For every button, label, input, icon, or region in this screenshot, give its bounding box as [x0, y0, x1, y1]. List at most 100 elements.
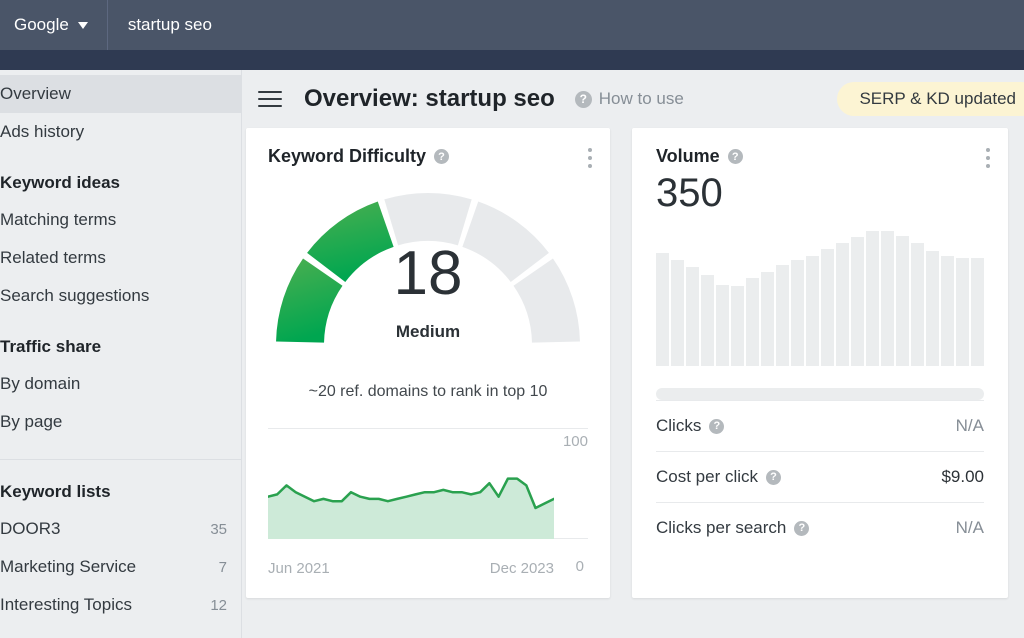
- keyword-value: startup seo: [127, 15, 212, 34]
- chart-bar: [716, 285, 729, 366]
- chart-bar: [686, 266, 699, 366]
- top-bar: Google startup seo: [0, 0, 1024, 50]
- sidebar-item-label: By page: [0, 412, 63, 431]
- sidebar-item-list-door3[interactable]: DOOR3 35: [0, 510, 241, 548]
- sidebar-item-label: Search suggestions: [0, 286, 150, 305]
- keyword-difficulty-history-chart: 100 0 Jun 2021 Dec 2023: [268, 431, 588, 577]
- sidebar-item-count: 12: [210, 596, 227, 614]
- chart-bar: [971, 258, 984, 366]
- chart-bar: [656, 253, 669, 366]
- metric-label-text: Clicks per search: [656, 518, 787, 537]
- chart-x-tick-start: Jun 2021: [268, 560, 330, 577]
- gauge-segment: [384, 193, 472, 246]
- chart-bar: [926, 250, 939, 366]
- metric-row-clicks-per-search: Clicks per search ? N/A: [656, 502, 984, 553]
- sidebar-heading-traffic-share: Traffic share: [0, 337, 102, 356]
- metric-label: Clicks per search ?: [656, 518, 810, 538]
- keyword-input[interactable]: startup seo: [108, 0, 232, 50]
- question-circle-icon[interactable]: ?: [766, 469, 782, 485]
- chart-bar: [851, 237, 864, 366]
- metric-label-text: Clicks: [656, 416, 702, 435]
- chart-bar: [776, 265, 789, 366]
- volume-card: Volume ? 350 Clicks ? N/A Cost per click…: [632, 128, 1008, 598]
- page-title: Overview: startup seo: [304, 85, 555, 112]
- search-engine-label: Google: [14, 15, 69, 34]
- chart-y-max-label: 100: [562, 433, 588, 450]
- how-to-use-label: How to use: [598, 89, 684, 108]
- sidebar-item-label: By domain: [0, 374, 81, 393]
- chart-bar: [701, 275, 714, 366]
- chart-bar: [731, 286, 744, 366]
- top-bar-accent-strip: [0, 50, 1024, 70]
- sidebar-item-by-page[interactable]: By page: [0, 403, 241, 441]
- volume-history-chart: [656, 231, 984, 366]
- sidebar-item-label: Ads history: [0, 122, 85, 141]
- sidebar-item-label: Overview: [0, 84, 71, 103]
- question-circle-icon[interactable]: ?: [727, 149, 743, 164]
- keyword-difficulty-card: Keyword Difficulty ? 18 Medium ~20 ref. …: [246, 128, 610, 598]
- chart-bar: [896, 235, 909, 366]
- sidebar-item-label: Marketing Service: [0, 557, 137, 576]
- chart-bar: [671, 260, 684, 366]
- question-circle-icon[interactable]: ?: [794, 520, 810, 536]
- chart-bar: [821, 249, 834, 366]
- chart-bar: [956, 258, 969, 366]
- sidebar-item-ads-history[interactable]: Ads history: [0, 113, 241, 151]
- sidebar-item-label: Matching terms: [0, 210, 117, 229]
- sidebar: Overview Ads history Keyword ideas Match…: [0, 70, 242, 638]
- metric-label: Cost per click ?: [656, 467, 782, 487]
- chart-x-tick-labels: Jun 2021 Dec 2023: [268, 560, 588, 577]
- search-engine-selector[interactable]: Google: [0, 0, 108, 50]
- hamburger-icon[interactable]: [258, 86, 282, 112]
- card-divider: [268, 428, 588, 429]
- keyword-difficulty-gauge: 18 Medium: [268, 185, 588, 357]
- volume-value: 350: [656, 171, 723, 215]
- sidebar-item-count: 7: [218, 558, 227, 576]
- main-header: Overview: startup seo ? How to use SERP …: [242, 70, 1024, 128]
- sidebar-item-matching-terms[interactable]: Matching terms: [0, 201, 241, 239]
- question-circle-icon[interactable]: ?: [709, 418, 725, 434]
- sidebar-item-overview[interactable]: Overview: [0, 75, 241, 113]
- metric-value: $9.00: [941, 467, 984, 486]
- kebab-menu-icon[interactable]: [588, 148, 592, 172]
- metric-row-clicks: Clicks ? N/A: [656, 400, 984, 451]
- chart-bar: [761, 271, 774, 366]
- sidebar-item-list-interesting-topics[interactable]: Interesting Topics 12: [0, 586, 241, 624]
- sidebar-item-search-suggestions[interactable]: Search suggestions: [0, 277, 241, 315]
- sidebar-item-label: DOOR3: [0, 519, 61, 538]
- chart-x-tick-end: Dec 2023: [489, 560, 554, 577]
- chart-bar: [866, 231, 879, 366]
- chart-bar: [911, 243, 924, 366]
- chart-bar: [806, 255, 819, 366]
- sidebar-item-by-domain[interactable]: By domain: [0, 365, 241, 403]
- question-circle-icon: ?: [574, 90, 592, 108]
- main-content: Overview: startup seo ? How to use SERP …: [242, 70, 1024, 638]
- chart-bar: [881, 231, 894, 366]
- metric-label-text: Cost per click: [656, 467, 759, 486]
- card-header: Keyword Difficulty ?: [268, 146, 588, 167]
- card-header: Volume ?: [656, 146, 984, 167]
- sidebar-heading-keyword-ideas: Keyword ideas: [0, 173, 120, 192]
- question-circle-icon[interactable]: ?: [434, 149, 450, 164]
- sparkline-svg: [268, 477, 554, 539]
- page-body: Overview Ads history Keyword ideas Match…: [0, 70, 1024, 638]
- gauge-note: ~20 ref. domains to rank in top 10: [308, 383, 548, 400]
- sidebar-item-list-marketing-service[interactable]: Marketing Service 7: [0, 548, 241, 586]
- status-badge: SERP & KD updated: [837, 82, 1024, 116]
- metric-value: N/A: [955, 416, 984, 435]
- how-to-use-link[interactable]: ? How to use: [574, 89, 684, 109]
- metric-label: Clicks ?: [656, 416, 725, 436]
- chart-bar: [941, 255, 954, 366]
- card-title: Volume: [656, 146, 720, 166]
- chart-scrollbar[interactable]: [656, 388, 984, 400]
- gauge-level-label: Medium: [395, 322, 461, 341]
- sidebar-item-related-terms[interactable]: Related terms: [0, 239, 241, 277]
- kebab-menu-icon[interactable]: [986, 148, 990, 172]
- gauge-value: 18: [393, 239, 463, 308]
- sidebar-heading-keyword-lists: Keyword lists: [0, 482, 111, 501]
- card-title: Keyword Difficulty: [268, 146, 427, 166]
- sidebar-item-count: 35: [210, 520, 227, 538]
- chevron-down-icon: [77, 21, 88, 29]
- sidebar-divider: [0, 459, 241, 460]
- chart-bar: [836, 243, 849, 366]
